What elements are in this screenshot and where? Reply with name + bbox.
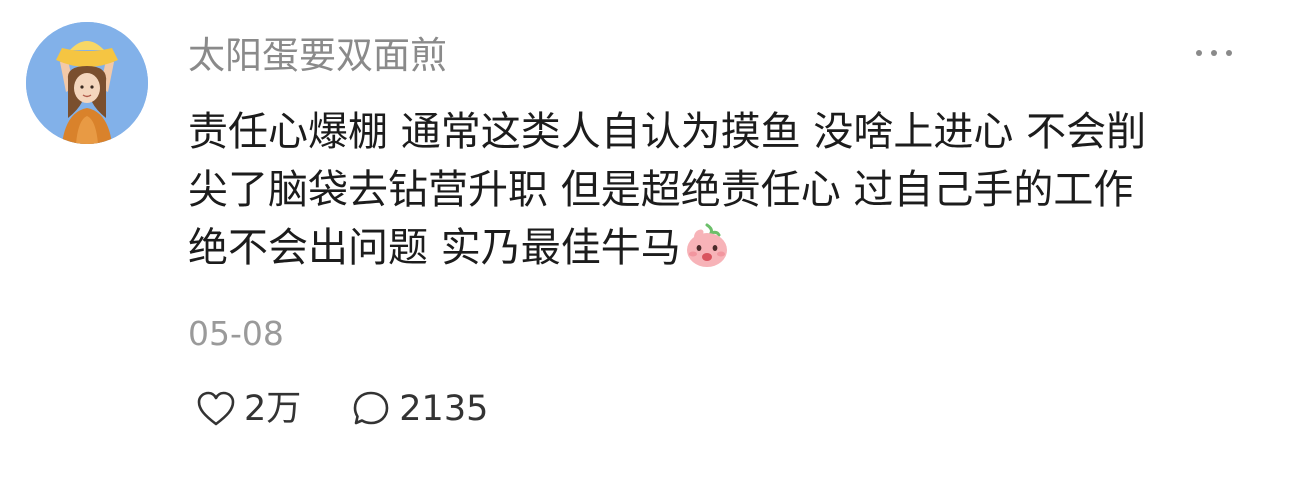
speech-bubble-icon — [353, 391, 389, 425]
like-count: 2万 — [244, 389, 302, 429]
comment-date: 05-08 — [188, 314, 284, 353]
more-options-button[interactable] — [1190, 38, 1238, 68]
comment-item: 太阳蛋要双面煎 责任心爆棚 通常这类人自认为摸鱼 没啥上进心 不会削 尖了脑袋去… — [0, 0, 1290, 502]
comment-line-2: 尖了脑袋去钻营升职 但是超绝责任心 过自己手的工作 — [188, 167, 1134, 213]
more-dot — [1211, 50, 1217, 56]
comment-line-3: 绝不会出问题 实乃最佳牛马 — [188, 219, 1248, 277]
heart-outline-icon — [197, 391, 235, 426]
like-button[interactable]: 2万 — [196, 387, 301, 431]
comment-actions: 2万 2135 — [196, 384, 488, 434]
avatar-image — [26, 22, 148, 144]
reply-count: 2135 — [399, 389, 489, 429]
comment-line-3-text: 绝不会出问题 实乃最佳牛马 — [188, 225, 681, 271]
pink-face-emoji-icon — [683, 223, 731, 269]
more-dot — [1226, 50, 1232, 56]
comment-text: 责任心爆棚 通常这类人自认为摸鱼 没啥上进心 不会削 尖了脑袋去钻营升职 但是超… — [188, 103, 1248, 277]
author-name[interactable]: 太阳蛋要双面煎 — [188, 34, 447, 78]
comment-line-1: 责任心爆棚 通常这类人自认为摸鱼 没啥上进心 不会削 — [188, 109, 1147, 155]
more-dots-icon — [1196, 50, 1202, 56]
reply-button[interactable]: 2135 — [351, 387, 488, 431]
avatar[interactable] — [26, 22, 148, 144]
